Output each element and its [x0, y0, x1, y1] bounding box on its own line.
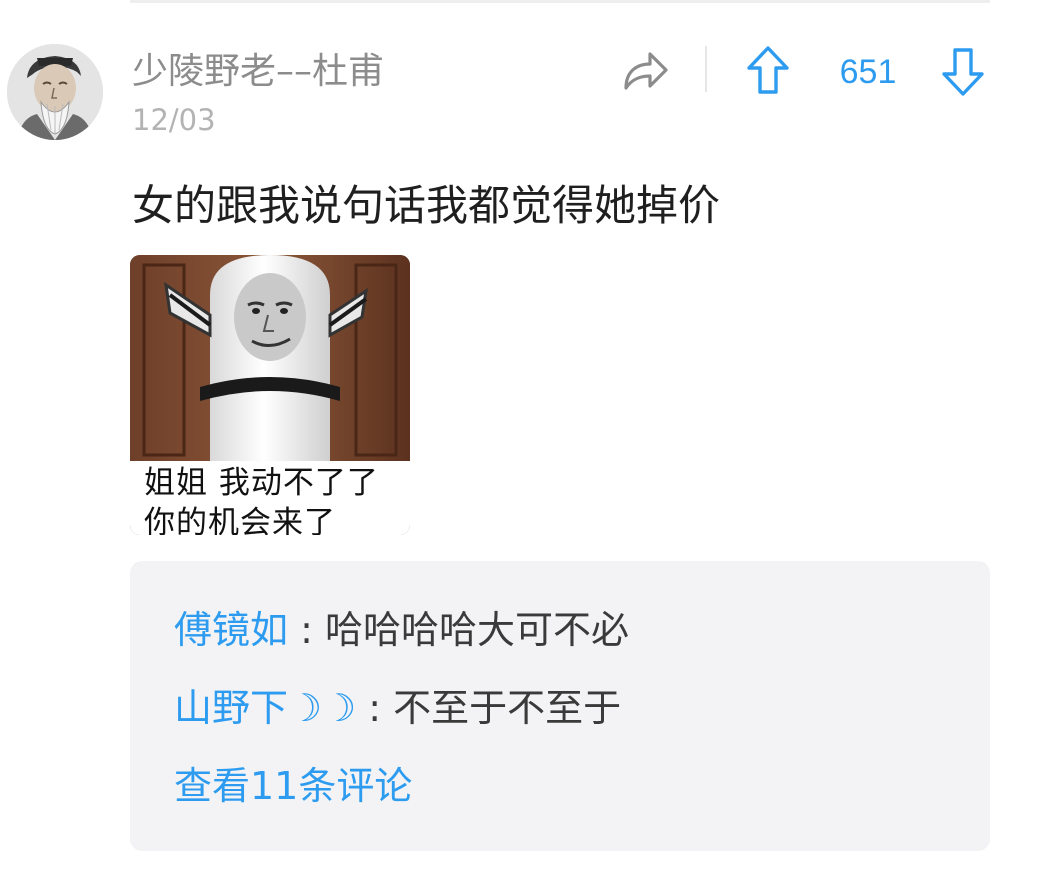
comment-author[interactable]: 傅镜如 — [174, 608, 288, 652]
meme-caption-line-1: 姐姐 我动不了了 — [144, 465, 379, 501]
avatar-portrait-icon — [7, 44, 103, 140]
share-button[interactable] — [620, 46, 672, 96]
comment-separator: : — [288, 608, 325, 652]
comment-text: 不至于不至于 — [393, 686, 622, 730]
upvote-button[interactable] — [745, 44, 791, 98]
meme-caption-line-2: 你的机会来了 — [144, 505, 336, 535]
post-text: 女的跟我说句话我都觉得她掉价 — [132, 181, 721, 230]
downvote-button[interactable] — [940, 44, 986, 98]
meme-picture — [130, 255, 410, 465]
vote-count: 651 — [839, 53, 897, 91]
meme-caption: 姐姐 我动不了了 你的机会来了 — [130, 461, 410, 535]
user-avatar[interactable] — [7, 44, 103, 140]
comment-item[interactable]: 傅镜如 : 哈哈哈哈大可不必 — [174, 605, 629, 655]
comments-preview: 傅镜如 : 哈哈哈哈大可不必 山野下☽☽ : 不至于不至于 查看11条评论 — [130, 561, 990, 851]
action-divider — [705, 46, 707, 92]
top-divider — [130, 0, 990, 3]
post-author-name[interactable]: 少陵野老––杜甫 — [132, 48, 384, 96]
comment-separator: : — [356, 686, 394, 730]
comment-item[interactable]: 山野下☽☽ : 不至于不至于 — [174, 683, 621, 733]
post-image[interactable]: 姐姐 我动不了了 你的机会来了 — [130, 255, 410, 535]
comment-text: 哈哈哈哈大可不必 — [324, 608, 629, 652]
post-date: 12/03 — [132, 103, 216, 137]
arrow-up-icon — [747, 46, 789, 94]
arrow-down-icon — [942, 48, 984, 96]
comment-author[interactable]: 山野下☽☽ — [174, 686, 356, 730]
view-all-comments-link[interactable]: 查看11条评论 — [174, 761, 412, 811]
share-icon — [624, 52, 668, 90]
